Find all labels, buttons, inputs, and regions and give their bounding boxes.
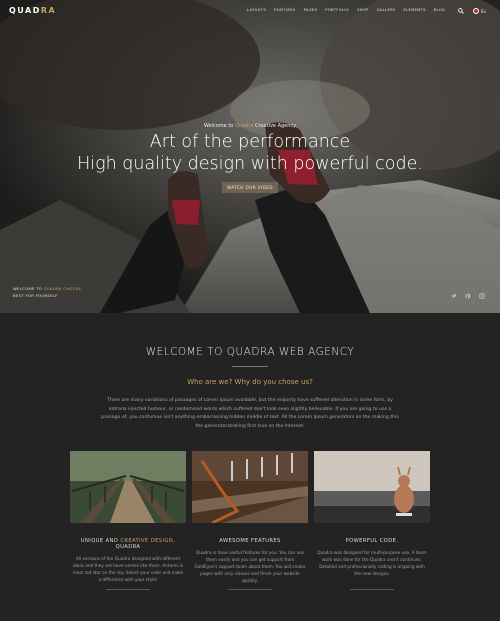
top-navbar: QUADRA LAYOUTS FEATURES PAGES PORTFOLIO … xyxy=(0,0,500,24)
menu-item-shop[interactable]: SHOP xyxy=(357,8,369,12)
feature-title-suffix: QUADRA xyxy=(115,544,141,550)
feature-image-bridge xyxy=(70,451,186,523)
feature-divider xyxy=(350,589,394,590)
section-title: WELCOME TO QUADRA WEB AGENCY xyxy=(145,346,355,358)
menu-item-gallery[interactable]: GALLERY xyxy=(377,8,396,12)
logo-accent: RA xyxy=(40,6,57,15)
feature-card-awesome-features: AWESOME FEATURES Quadra is have useful f… xyxy=(192,451,308,590)
feature-description: Quadra is have useful features for you. … xyxy=(194,550,306,583)
social-links xyxy=(451,293,485,299)
menu-item-pages[interactable]: PAGES xyxy=(304,8,318,12)
feature-image-figure xyxy=(314,451,430,523)
welcome-prefix: Welcome to xyxy=(203,123,234,129)
uk-flag-icon xyxy=(473,8,479,14)
corner-accent: QUADRA CHOOSE xyxy=(43,286,82,291)
corner-prefix: WELCOME TO xyxy=(13,286,43,291)
language-label: En xyxy=(481,8,487,14)
watch-video-button[interactable]: WATCH OUR VIDEO xyxy=(222,182,278,193)
language-switcher[interactable]: En xyxy=(473,8,486,14)
welcome-suffix: Creative Agency xyxy=(255,123,297,129)
hero-welcome-text: Welcome to Quadra Creative Agency xyxy=(0,123,500,129)
title-divider xyxy=(232,366,268,367)
feature-title: UNIQUE AND CREATIVE DESIGN, QUADRA xyxy=(70,538,186,550)
feature-description: All versions of the Quadra designed with… xyxy=(72,556,184,582)
feature-title: AWESOME FEATURES xyxy=(219,538,281,544)
menu-item-elements[interactable]: ELEMENTS xyxy=(403,8,425,12)
search-icon[interactable] xyxy=(458,8,464,14)
main-menu: LAYOUTS FEATURES PAGES PORTFOLIO SHOP GA… xyxy=(247,8,445,12)
hero-section: QUADRA LAYOUTS FEATURES PAGES PORTFOLIO … xyxy=(0,0,500,313)
hero-title-line-2: High quality design with powerful code. xyxy=(77,154,423,174)
feature-description: Quadra was designed for multi-purpose us… xyxy=(317,550,427,576)
section-paragraph: There are many variations of passages of… xyxy=(101,398,399,429)
menu-item-layouts[interactable]: LAYOUTS xyxy=(247,8,266,12)
logo-text: QUAD xyxy=(9,6,41,15)
feature-divider xyxy=(228,589,272,590)
menu-item-blog[interactable]: BLOG xyxy=(434,8,446,12)
feature-title-prefix: UNIQUE AND xyxy=(80,538,119,544)
feature-divider xyxy=(106,589,150,590)
feature-card-unique-design: UNIQUE AND CREATIVE DESIGN, QUADRA All v… xyxy=(70,451,186,590)
welcome-brand: Quadra xyxy=(234,123,254,129)
section-subtitle: Who are we? Why do you chose us? xyxy=(187,378,313,386)
corner-line-2: BEST FOR YOURSELF xyxy=(13,293,58,298)
feature-card-powerful-code: POWERFUL CODE. Quadra was designed for m… xyxy=(314,451,430,590)
twitter-icon[interactable] xyxy=(451,293,457,299)
site-logo[interactable]: QUADRA xyxy=(9,6,56,15)
feature-title: POWERFUL CODE. xyxy=(345,538,399,544)
feature-image-bench xyxy=(192,451,308,523)
hero-title-line-1: Art of the performance xyxy=(149,132,351,152)
instagram-icon[interactable] xyxy=(479,293,485,299)
pinterest-icon[interactable] xyxy=(465,293,471,299)
menu-item-features[interactable]: FEATURES xyxy=(274,8,296,12)
hero-corner-caption: WELCOME TO QUADRA CHOOSE BEST FOR YOURSE… xyxy=(13,285,81,299)
menu-item-portfolio[interactable]: PORTFOLIO xyxy=(325,8,349,12)
